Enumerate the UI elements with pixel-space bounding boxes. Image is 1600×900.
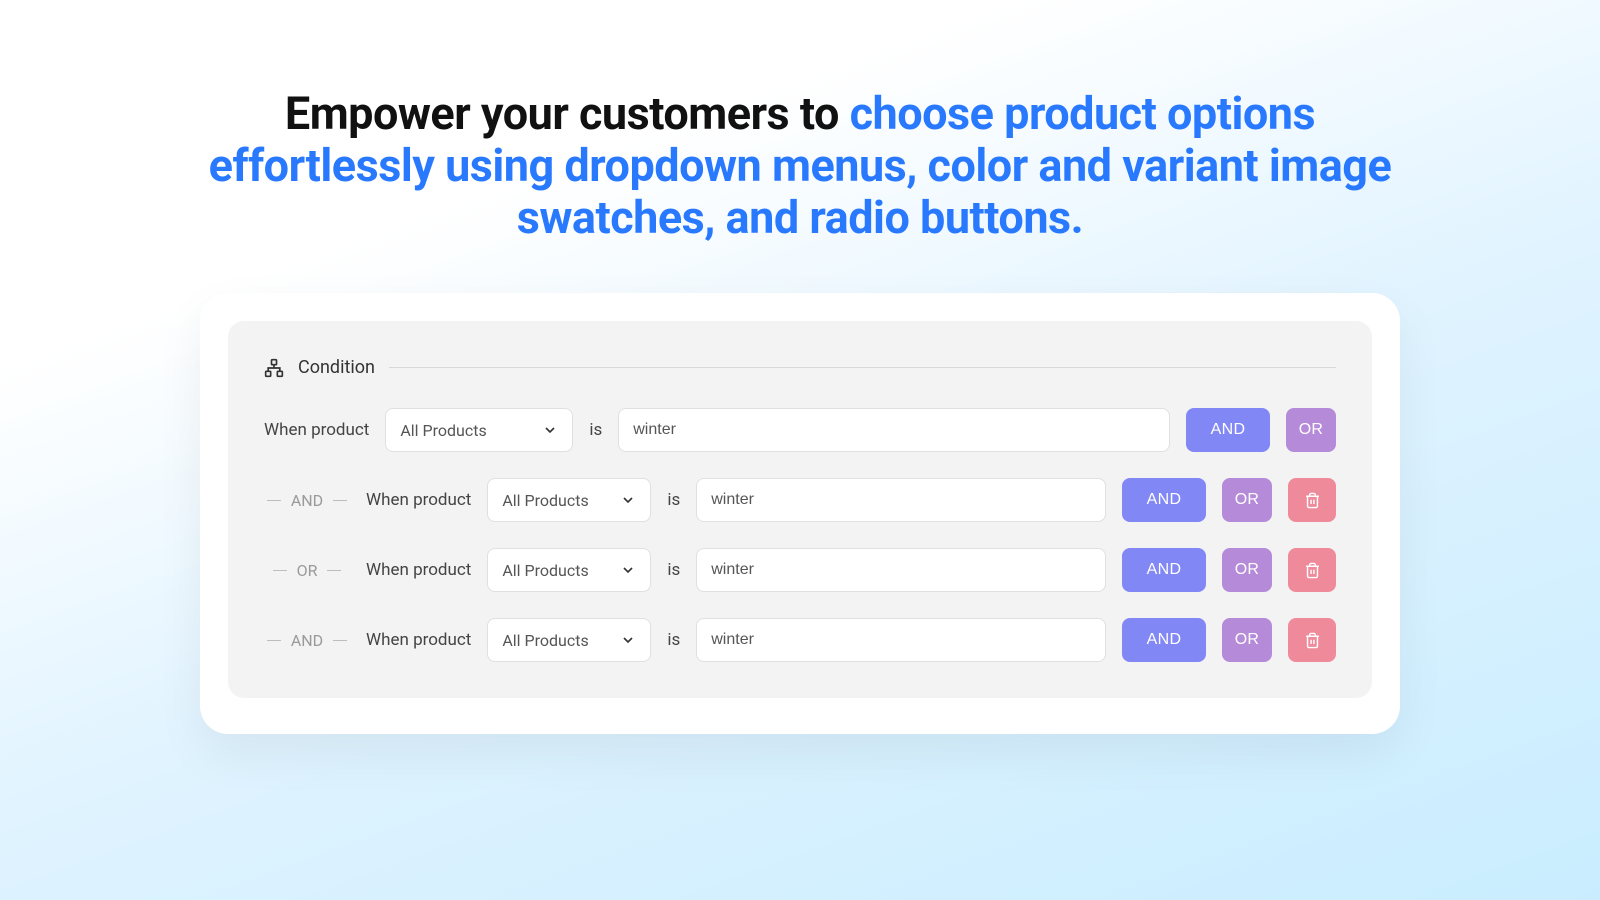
add-or-button[interactable]: OR xyxy=(1222,548,1272,592)
product-scope-select[interactable]: All Products xyxy=(487,618,651,662)
delete-row-button[interactable] xyxy=(1288,548,1336,592)
add-and-button[interactable]: AND xyxy=(1122,478,1206,522)
chevron-down-icon xyxy=(542,422,558,438)
add-or-button[interactable]: OR xyxy=(1222,478,1272,522)
chevron-down-icon xyxy=(620,562,636,578)
headline-plain: Empower your customers to xyxy=(285,87,850,140)
condition-row: AND When product All Products is AND OR xyxy=(264,618,1336,662)
product-scope-select[interactable]: All Products xyxy=(385,408,573,452)
delete-row-button[interactable] xyxy=(1288,618,1336,662)
product-scope-select[interactable]: All Products xyxy=(487,478,651,522)
chevron-down-icon xyxy=(620,492,636,508)
connector-label: AND xyxy=(264,491,350,510)
product-scope-select[interactable]: All Products xyxy=(487,548,651,592)
is-label: is xyxy=(589,420,602,440)
add-and-button[interactable]: AND xyxy=(1122,548,1206,592)
headline: Empower your customers to choose product… xyxy=(200,88,1400,243)
condition-card: Condition When product All Products is A… xyxy=(200,293,1400,734)
condition-value-input[interactable] xyxy=(696,618,1106,662)
delete-row-button[interactable] xyxy=(1288,478,1336,522)
condition-value-input[interactable] xyxy=(696,548,1106,592)
condition-row: OR When product All Products is AND OR xyxy=(264,548,1336,592)
condition-value-input[interactable] xyxy=(696,478,1106,522)
connector-label: OR xyxy=(264,561,350,580)
section-header: Condition xyxy=(264,357,1336,378)
is-label: is xyxy=(667,490,680,510)
section-title: Condition xyxy=(298,357,375,378)
when-product-label: When product xyxy=(264,420,369,440)
trash-icon xyxy=(1304,492,1321,509)
add-or-button[interactable]: OR xyxy=(1286,408,1336,452)
when-product-label: When product xyxy=(366,630,471,650)
trash-icon xyxy=(1304,632,1321,649)
add-and-button[interactable]: AND xyxy=(1122,618,1206,662)
condition-value-input[interactable] xyxy=(618,408,1170,452)
connector-label: AND xyxy=(264,631,350,650)
is-label: is xyxy=(667,630,680,650)
is-label: is xyxy=(667,560,680,580)
condition-panel: Condition When product All Products is A… xyxy=(228,321,1372,698)
when-product-label: When product xyxy=(366,490,471,510)
hierarchy-icon xyxy=(264,358,284,378)
select-value: All Products xyxy=(400,421,486,440)
select-value: All Products xyxy=(502,561,588,580)
condition-row: When product All Products is AND OR xyxy=(264,408,1336,452)
chevron-down-icon xyxy=(620,632,636,648)
add-or-button[interactable]: OR xyxy=(1222,618,1272,662)
when-product-label: When product xyxy=(366,560,471,580)
add-and-button[interactable]: AND xyxy=(1186,408,1270,452)
trash-icon xyxy=(1304,562,1321,579)
condition-row: AND When product All Products is AND OR xyxy=(264,478,1336,522)
select-value: All Products xyxy=(502,491,588,510)
section-divider xyxy=(389,367,1336,368)
select-value: All Products xyxy=(502,631,588,650)
